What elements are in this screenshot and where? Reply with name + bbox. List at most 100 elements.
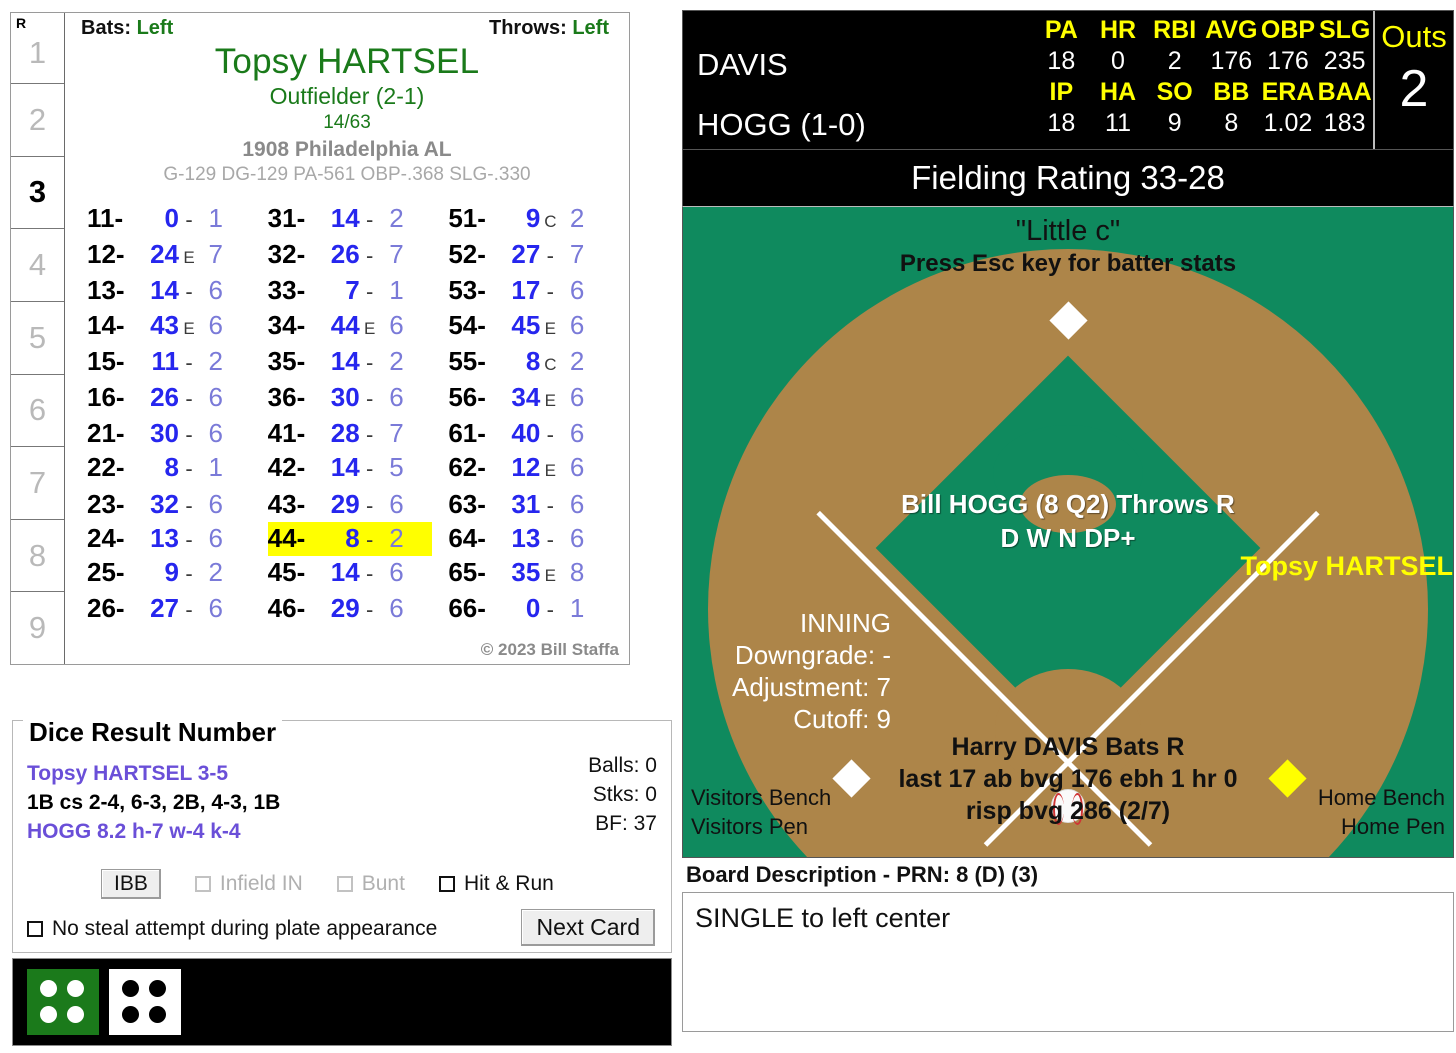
dice-result-value: 14 [330, 345, 360, 376]
batter-stat-value: 176 [1210, 47, 1253, 75]
inning-cell-6[interactable]: 6 [11, 373, 64, 447]
batter-stat-values: 18 0 2 176 176 235 [1033, 46, 1373, 77]
dice-result-marker: - [546, 243, 554, 269]
dice-result-row: 16- 26-6 [87, 381, 252, 417]
white-die-pips [109, 969, 181, 1035]
dice-result-marker: - [185, 561, 193, 587]
dice-result-row: 15- 11-2 [87, 345, 252, 381]
dice-roll-key: 26- [87, 593, 125, 624]
inning-cell-4[interactable]: 4 [11, 228, 64, 301]
visitors-bench-link[interactable]: Visitors Bench [691, 783, 831, 812]
dice-result-marker: - [546, 492, 554, 518]
dice-result-column: 6 [389, 309, 404, 340]
home-pen-link[interactable]: Home Pen [1318, 812, 1445, 841]
dice-result-marker: - [546, 526, 554, 552]
dice-result-value: 9 [525, 203, 541, 233]
dice-result-row: 14- 43 E 6 [87, 309, 252, 345]
die-pip [148, 980, 166, 997]
dice-result-row: 66- 0-1 [448, 592, 613, 626]
next-card-button[interactable]: Next Card [521, 909, 655, 946]
outs-value: 2 [1399, 60, 1429, 118]
green-die-pips [27, 969, 99, 1035]
dice-roll-key: 36- [267, 382, 306, 413]
dice-result-column: 7 [389, 418, 404, 449]
dice-result-marker: E [544, 391, 556, 411]
dice-roll-key: 14- [87, 309, 125, 340]
inning-cell-7[interactable]: 7 [11, 446, 64, 519]
play-controls-row: IBB Infield IN Bunt Hit & Run [13, 869, 671, 899]
dice-roll-key: 13- [87, 275, 125, 306]
dice-result-row: 54- 45 E 6 [448, 309, 613, 345]
dice-result-value: 28 [330, 418, 360, 449]
right-pane: DAVIS HOGG (1-0) PA HR RBI AVG OBP SLG 18 0 2 17… [682, 10, 1454, 1053]
dice-result-column: 6 [569, 382, 585, 413]
dice-result-column: 6 [569, 452, 585, 483]
home-bench-link[interactable]: Home Bench [1318, 783, 1445, 812]
dice-result-column: 1 [389, 275, 404, 306]
board-description-title: Board Description - PRN: 8 (D) (3) [686, 862, 1039, 887]
inning-cell-5[interactable]: 5 [11, 300, 64, 374]
bunt-checkbox[interactable] [336, 876, 353, 892]
dice-result-column: 6 [569, 488, 585, 519]
player-card-number: 14/63 [323, 112, 371, 133]
ballpark-label: "Little c" [1015, 215, 1121, 247]
batter-stat-value: 18 [1047, 47, 1076, 75]
ibb-button[interactable]: IBB [101, 869, 161, 899]
green-die[interactable] [27, 969, 99, 1035]
dice-result-column: 6 [389, 557, 404, 588]
inning-cell-8[interactable]: 8 [11, 518, 64, 592]
inning-cell-3[interactable]: 3 [11, 155, 64, 229]
scoreboard-stat-columns: PA HR RBI AVG OBP SLG 18 0 2 176 176 235 IP HA SO BB E… [1033, 15, 1373, 139]
no-steal-checkbox-group[interactable]: No steal attempt during plate appearance [27, 917, 437, 941]
dice-result-column: 2 [569, 203, 585, 233]
visitors-pen-link[interactable]: Visitors Pen [691, 812, 831, 841]
bats-label: Bats: [81, 17, 132, 39]
batter-stat-header: RBI [1153, 16, 1197, 44]
dice-result-column: 5 [389, 452, 404, 483]
bunt-checkbox-group[interactable]: Bunt [336, 872, 405, 896]
board-description-box: SINGLE to left center [682, 892, 1454, 1032]
dice-result-column: 2 [208, 345, 223, 376]
dice-result-value: 45 [511, 309, 541, 340]
innings-column: R 123456789 [11, 13, 65, 664]
dice-result-column: 6 [208, 418, 223, 449]
dice-result-column: 2 [389, 203, 404, 233]
hit-and-run-checkbox[interactable] [438, 876, 455, 892]
balls-count: Balls: 0 [588, 754, 657, 777]
dice-result-column: 7 [389, 239, 404, 270]
pitcher-stat-header: SO [1156, 78, 1193, 106]
dice-roll-key: 11- [87, 203, 124, 233]
dice-result-value: 14 [330, 557, 360, 588]
dice-result-row: 43- 29-6 [268, 488, 433, 522]
count-display: Balls: 0 Stks: 0 BF: 37 [588, 751, 657, 838]
dice-roll-key: 53- [448, 275, 486, 306]
no-steal-checkbox[interactable] [27, 921, 43, 937]
white-die[interactable] [109, 969, 181, 1035]
dice-roll-key: 21- [87, 418, 125, 449]
pitcher-info-line1: Bill HOGG (8 Q2) Throws R [901, 489, 1235, 519]
inning-cell-9[interactable]: 9 [11, 591, 64, 664]
dice-roll-key: 56- [448, 382, 486, 413]
pitcher-stat-header: HA [1099, 78, 1137, 106]
strikes-count: Stks: 0 [592, 783, 657, 806]
dice-result-value: 14 [150, 275, 179, 306]
dice-result-row: 55- 8 C 2 [448, 345, 613, 381]
baseball-field: "Little c" Press Esc key for batter stat… [682, 206, 1454, 858]
die-pip [66, 1005, 84, 1023]
infield-in-checkbox[interactable] [194, 876, 211, 892]
dice-roll-key: 44- [267, 522, 306, 553]
dice-result-value: 27 [150, 593, 179, 624]
dice-result-value: 7 [345, 275, 360, 306]
infield-in-checkbox-group[interactable]: Infield IN [194, 872, 303, 896]
inning-cell-1[interactable]: 1 [11, 35, 64, 83]
batter-stat-header: HR [1099, 16, 1137, 44]
dice-result-column: 6 [208, 309, 223, 340]
dice-roll-key: 54- [448, 309, 486, 340]
no-steal-label: No steal attempt during plate appearance [52, 917, 438, 940]
dice-result-row: 65- 35 E 8 [448, 556, 613, 592]
inning-cell-2[interactable]: 2 [11, 83, 64, 156]
dice-roll-key: 32- [267, 239, 306, 270]
dice-result-value: 30 [150, 418, 179, 449]
hit-and-run-checkbox-group[interactable]: Hit & Run [438, 872, 554, 896]
dice-roll-key: 66- [448, 593, 486, 624]
